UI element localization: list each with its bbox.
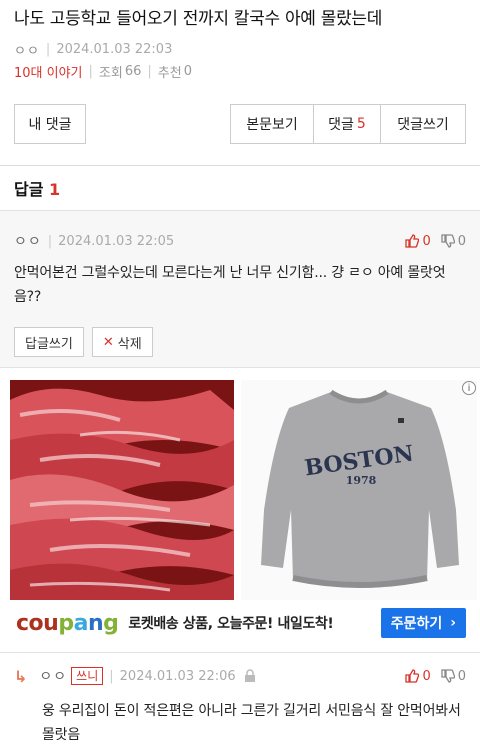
- ad-banner[interactable]: BOSTON 1978 i coupang 로켓배송 상품, 오늘주문! 내일도…: [0, 378, 480, 650]
- post-category[interactable]: 10대 이야기: [14, 62, 83, 81]
- replies-count: 1: [49, 180, 61, 199]
- section-divider: [0, 165, 480, 166]
- comment-body: 안먹어본건 그럴수있는데 모른다는게 난 너무 신기함... 걍 ㄹㅇ 아예 몰…: [14, 265, 446, 305]
- views-label: 조회: [98, 65, 123, 81]
- reply-item: ↳ ㅇㅇ 쓰니 | 2024.01.03 22:06 0 0 웅 우리집이 돈이…: [0, 652, 480, 751]
- comments-label: 댓글: [328, 117, 354, 133]
- meta-separator: |: [47, 233, 53, 249]
- my-comments-button[interactable]: 내 댓글: [14, 104, 86, 144]
- meat-product-image[interactable]: [10, 380, 234, 600]
- view-post-button[interactable]: 본문보기: [230, 104, 314, 144]
- meta-separator: |: [45, 41, 51, 57]
- thumbs-up-icon: [405, 669, 420, 683]
- coupang-logo: coupang: [16, 610, 119, 636]
- delete-button[interactable]: ✕ 삭제: [91, 327, 153, 357]
- upvote-count: 0: [422, 668, 431, 684]
- upvote-count: 0: [422, 233, 431, 249]
- chevron-right-icon: ›: [450, 615, 456, 631]
- downvote-count: 0: [457, 233, 466, 249]
- meat-illustration: [10, 380, 234, 600]
- downvote-count: 0: [457, 668, 466, 684]
- comment-item: ㅇㅇ | 2024.01.03 22:05 0 0 안먹어본건 그럴수있는데 모…: [0, 210, 480, 368]
- thumbs-up-icon: [405, 234, 420, 248]
- thumbs-down-icon: [441, 234, 455, 248]
- close-icon: ✕: [102, 334, 114, 350]
- delete-label: 삭제: [117, 336, 142, 352]
- upvote-button[interactable]: 0: [405, 668, 431, 684]
- thumbs-down-icon: [441, 669, 455, 683]
- comment-votes: 0 0: [405, 234, 466, 249]
- sweatshirt-illustration: BOSTON 1978: [241, 380, 477, 600]
- post-header: 나도 고등학교 들어오기 전까지 칼국수 아예 몰랐는데 ㅇㅇ | 2024.0…: [0, 0, 480, 81]
- post-meta: ㅇㅇ | 2024.01.03 22:03: [14, 40, 466, 59]
- comments-button[interactable]: 댓글 5: [313, 104, 381, 144]
- recommend-label: 추천: [157, 65, 182, 81]
- ad-info-icon[interactable]: i: [462, 381, 476, 395]
- post-action-bar: 내 댓글 본문보기 댓글 5 댓글쓰기: [0, 104, 480, 144]
- reply-date: 2024.01.03 22:06: [119, 668, 236, 684]
- comment-header: ㅇㅇ | 2024.01.03 22:05 0 0: [14, 231, 466, 251]
- ad-footer[interactable]: coupang 로켓배송 상품, 오늘주문! 내일도착! 주문하기 ›: [0, 605, 480, 641]
- comment-date: 2024.01.03 22:05: [58, 233, 175, 249]
- recommend-count: 0: [183, 63, 192, 79]
- reply-votes: 0 0: [405, 669, 466, 684]
- comment-actions: 답글쓰기 ✕ 삭제: [14, 327, 153, 357]
- reply-body: 웅 우리집이 돈이 적은편은 아니라 그른가 길거리 서민음식 잘 안먹어봐서 …: [42, 703, 461, 743]
- post-author[interactable]: ㅇㅇ: [14, 40, 40, 59]
- reply-header: ↳ ㅇㅇ 쓰니 | 2024.01.03 22:06 0 0: [14, 665, 466, 687]
- sweatshirt-year: 1978: [346, 474, 377, 487]
- meta-separator: |: [109, 668, 114, 684]
- post-title: 나도 고등학교 들어오기 전까지 칼국수 아예 몰랐는데: [14, 9, 383, 29]
- upvote-button[interactable]: 0: [405, 233, 431, 249]
- downvote-button[interactable]: 0: [441, 234, 466, 249]
- reply-author[interactable]: ㅇㅇ: [39, 666, 67, 686]
- reply-button[interactable]: 답글쓰기: [14, 327, 84, 357]
- downvote-button[interactable]: 0: [441, 669, 466, 684]
- writer-badge: 쓰니: [71, 667, 104, 685]
- meta-separator: |: [88, 63, 93, 79]
- meta-separator: |: [147, 63, 152, 79]
- ad-text: 로켓배송 상품, 오늘주문! 내일도착!: [128, 616, 334, 632]
- order-button[interactable]: 주문하기 ›: [380, 608, 466, 638]
- replies-heading: 답글 1: [14, 176, 60, 200]
- comment-author[interactable]: ㅇㅇ: [14, 231, 42, 251]
- replies-title: 답글: [14, 180, 44, 199]
- comments-count: 5: [356, 116, 366, 132]
- sweatshirt-product-image[interactable]: BOSTON 1978: [241, 380, 477, 600]
- post-stats: 10대 이야기 | 조회 66 | 추천 0: [14, 62, 466, 81]
- order-label: 주문하기: [390, 616, 443, 632]
- write-comment-button[interactable]: 댓글쓰기: [380, 104, 466, 144]
- lock-icon: [244, 669, 256, 683]
- post-date: 2024.01.03 22:03: [56, 41, 173, 57]
- reply-arrow-icon: ↳: [14, 666, 28, 686]
- views-count: 66: [124, 63, 142, 79]
